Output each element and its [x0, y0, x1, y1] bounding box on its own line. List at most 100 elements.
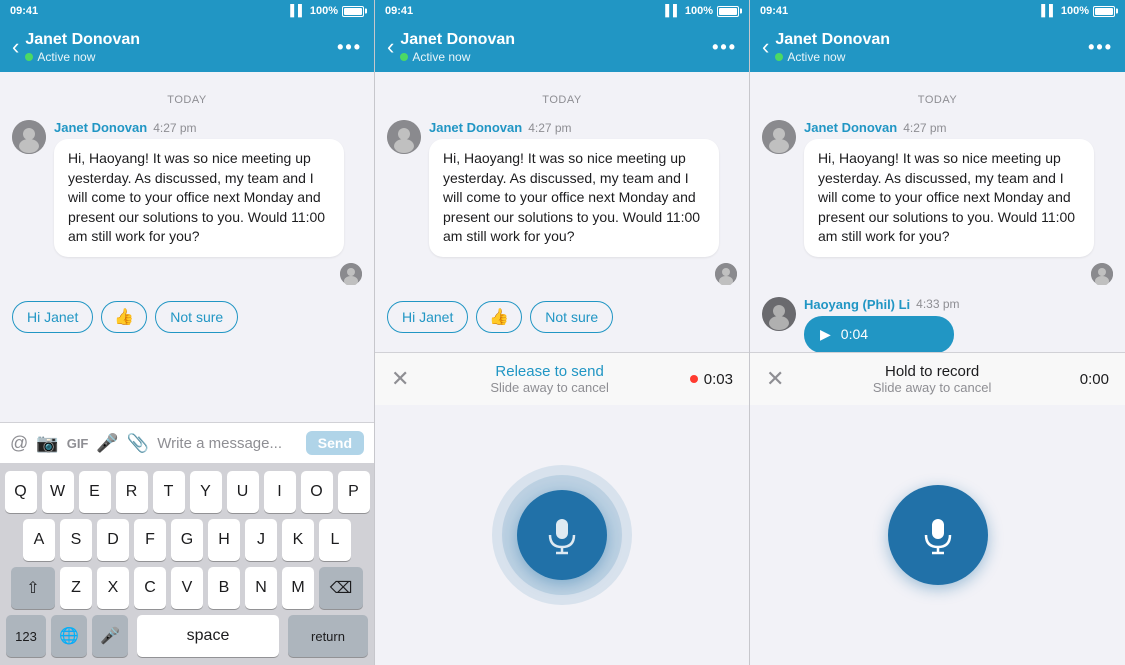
key-row-q: Q W E R T Y U I O P [4, 471, 370, 513]
status-time-1: 09:41 [10, 5, 38, 17]
key-j[interactable]: J [245, 519, 277, 561]
smart-reply-thumbs-2[interactable]: 👍 [476, 301, 522, 333]
key-r[interactable]: R [116, 471, 148, 513]
status-bar-1: 09:41 ▌▌ 100% [0, 0, 374, 22]
message-sender-3b: Haoyang (Phil) Li [804, 297, 910, 312]
key-backspace[interactable]: ⌫ [319, 567, 363, 609]
key-u[interactable]: U [227, 471, 259, 513]
avatar-svg-haoyang [762, 297, 796, 331]
key-d[interactable]: D [97, 519, 129, 561]
hold-info-3: Hold to record Slide away to cancel [784, 363, 1079, 395]
key-x[interactable]: X [97, 567, 129, 609]
key-m[interactable]: M [282, 567, 314, 609]
cancel-hold-3[interactable]: ✕ [766, 366, 784, 392]
key-t[interactable]: T [153, 471, 185, 513]
mention-icon-1[interactable]: @ [10, 433, 28, 454]
attach-icon-1[interactable]: 📎 [127, 433, 149, 454]
key-y[interactable]: Y [190, 471, 222, 513]
battery-pct-2: 100% [685, 5, 713, 17]
more-button-2[interactable]: ••• [712, 37, 737, 58]
back-button-2[interactable]: ‹ [387, 36, 394, 58]
key-l[interactable]: L [319, 519, 351, 561]
key-g[interactable]: G [171, 519, 203, 561]
more-button-1[interactable]: ••• [337, 37, 362, 58]
key-123[interactable]: 123 [6, 615, 46, 657]
contact-name-3: Janet Donovan [775, 30, 1088, 49]
play-icon-3[interactable]: ▶ [820, 326, 831, 343]
back-button-1[interactable]: ‹ [12, 36, 19, 58]
key-k[interactable]: K [282, 519, 314, 561]
recording-bar-2: ✕ Release to send Slide away to cancel 0… [375, 352, 749, 405]
key-shift[interactable]: ⇧ [11, 567, 55, 609]
panel-1: 09:41 ▌▌ 100% ‹ Janet Donovan Active now… [0, 0, 375, 665]
battery-icon-1 [342, 6, 364, 17]
header-info-3: Janet Donovan Active now [775, 30, 1088, 63]
key-w[interactable]: W [42, 471, 74, 513]
messages-area-2: TODAY Janet Donovan 4:27 pm Hi, Haoyang!… [375, 72, 749, 352]
key-f[interactable]: F [134, 519, 166, 561]
chat-header-2: ‹ Janet Donovan Active now ••• [375, 22, 749, 72]
avatar-svg-3 [762, 120, 796, 154]
gif-icon-1[interactable]: GIF [67, 436, 89, 451]
table-row: Janet Donovan 4:27 pm Hi, Haoyang! It wa… [375, 116, 749, 289]
key-h[interactable]: H [208, 519, 240, 561]
status-right-2: ▌▌ 100% [665, 5, 739, 17]
mic-button-3[interactable] [888, 485, 988, 585]
message-content-3a: Janet Donovan 4:27 pm Hi, Haoyang! It wa… [804, 120, 1113, 285]
key-q[interactable]: Q [5, 471, 37, 513]
table-row: Janet Donovan 4:27 pm Hi, Haoyang! It wa… [0, 116, 374, 289]
audio-duration-3: 0:04 [841, 326, 868, 342]
key-c[interactable]: C [134, 567, 166, 609]
camera-icon-1[interactable]: 📷 [36, 433, 58, 454]
message-input-1[interactable]: Write a message... [157, 435, 298, 452]
back-button-3[interactable]: ‹ [762, 36, 769, 58]
active-dot-3 [775, 53, 783, 61]
key-mic[interactable]: 🎤 [92, 615, 128, 657]
smart-reply-thumbs-1[interactable]: 👍 [101, 301, 147, 333]
chat-header-3: ‹ Janet Donovan Active now ••• [750, 22, 1125, 72]
mic-button-2[interactable] [517, 490, 607, 580]
key-z[interactable]: Z [60, 567, 92, 609]
send-button-1[interactable]: Send [306, 431, 364, 455]
key-return[interactable]: return [288, 615, 368, 657]
key-v[interactable]: V [171, 567, 203, 609]
chat-header-1: ‹ Janet Donovan Active now ••• [0, 22, 374, 72]
key-n[interactable]: N [245, 567, 277, 609]
panel-3: 09:41 ▌▌ 100% ‹ Janet Donovan Active now… [750, 0, 1125, 665]
smart-reply-hi-janet-1[interactable]: Hi Janet [12, 301, 93, 333]
key-i[interactable]: I [264, 471, 296, 513]
status-bar-3: 09:41 ▌▌ 100% [750, 0, 1125, 22]
read-receipt-2 [715, 263, 737, 285]
more-button-3[interactable]: ••• [1088, 37, 1113, 58]
key-globe[interactable]: 🌐 [51, 615, 87, 657]
read-receipt-3 [1091, 263, 1113, 285]
key-b[interactable]: B [208, 567, 240, 609]
key-p[interactable]: P [338, 471, 370, 513]
date-label-3: TODAY [750, 94, 1125, 106]
battery-pct-1: 100% [310, 5, 338, 17]
message-time-2: 4:27 pm [528, 121, 571, 135]
mic-ripple-2 [492, 465, 632, 605]
mic-icon-svg-3 [918, 515, 958, 555]
key-s[interactable]: S [60, 519, 92, 561]
hold-bar-3: ✕ Hold to record Slide away to cancel 0:… [750, 352, 1125, 405]
key-o[interactable]: O [301, 471, 333, 513]
signal-icon-2: ▌▌ [665, 5, 681, 17]
input-bar-1: @ 📷 GIF 🎤 📎 Write a message... Send [0, 422, 374, 463]
audio-bubble-3[interactable]: ▶ 0:04 [804, 316, 954, 352]
contact-name-2: Janet Donovan [400, 30, 712, 49]
key-space[interactable]: space [137, 615, 279, 657]
cancel-recording-2[interactable]: ✕ [391, 366, 409, 392]
mic-icon-1[interactable]: 🎤 [96, 433, 118, 454]
active-dot-1 [25, 53, 33, 61]
smart-reply-hi-janet-2[interactable]: Hi Janet [387, 301, 468, 333]
messages-area-3: TODAY Janet Donovan 4:27 pm Hi, Haoyang!… [750, 72, 1125, 352]
smart-reply-not-sure-2[interactable]: Not sure [530, 301, 613, 333]
smart-reply-not-sure-1[interactable]: Not sure [155, 301, 238, 333]
contact-status-2: Active now [400, 50, 712, 64]
message-bubble-1: Hi, Haoyang! It was so nice meeting up y… [54, 139, 344, 257]
key-e[interactable]: E [79, 471, 111, 513]
battery-pct-3: 100% [1061, 5, 1089, 17]
key-a[interactable]: A [23, 519, 55, 561]
mic-area-2 [375, 405, 749, 665]
